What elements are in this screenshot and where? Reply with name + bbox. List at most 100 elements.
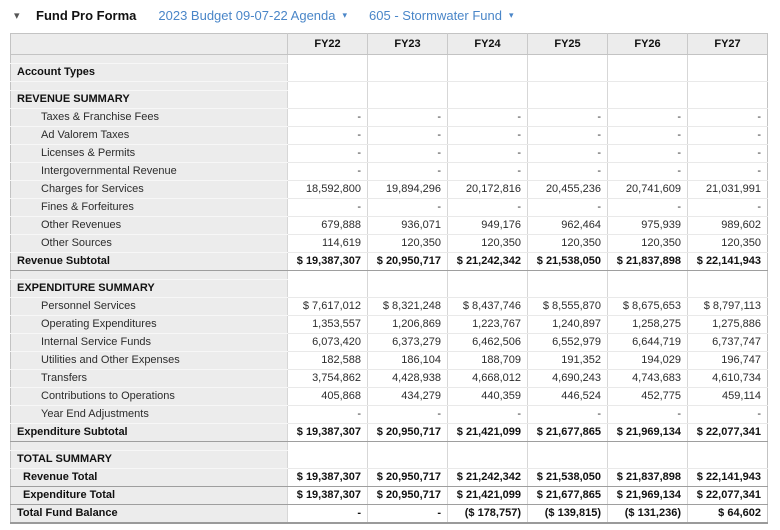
- value-cell: -: [287, 405, 368, 424]
- table-row: Operating Expenditures 1,353,557 1,206,869…: [10, 315, 768, 334]
- value-cell: 120,350: [687, 234, 768, 253]
- value-cell: $ 20,950,717: [367, 486, 448, 505]
- value-cell: -: [527, 108, 608, 127]
- value-cell: -: [447, 162, 528, 181]
- value-cell: 6,737,747: [687, 333, 768, 352]
- value-cell: -: [607, 108, 688, 127]
- value-cell: [527, 81, 608, 91]
- value-cell: 962,464: [527, 216, 608, 235]
- collapse-toggle-icon[interactable]: ▾: [14, 9, 28, 22]
- value-cell: [287, 450, 368, 469]
- value-cell: [687, 81, 768, 91]
- value-cell: 186,104: [367, 351, 448, 370]
- column-header-fy27: FY27: [687, 33, 768, 55]
- table-row: Transfers 3,754,862 4,428,938 4,668,012 4,69…: [10, 369, 768, 388]
- value-cell: 4,610,734: [687, 369, 768, 388]
- budget-dropdown[interactable]: 2023 Budget 09-07-22 Agenda ▾: [158, 8, 347, 23]
- value-cell: [607, 441, 688, 451]
- row-label-cell: Expenditure Total: [10, 486, 288, 505]
- fund-dropdown[interactable]: 605 - Stormwater Fund ▾: [369, 8, 513, 23]
- value-cell: -: [367, 162, 448, 181]
- table-row: Expenditure Total $ 19,387,307 $ 20,950,71…: [10, 486, 768, 505]
- value-cell: -: [527, 405, 608, 424]
- value-cell: -: [527, 126, 608, 145]
- value-cell: -: [287, 504, 368, 524]
- table-body: Account Types REVENUE SUMMARY Taxes & Fran…: [10, 54, 768, 524]
- row-label-cell: Taxes & Franchise Fees: [10, 108, 288, 127]
- table-row: Revenue Total $ 19,387,307 $ 20,950,717 $ 2…: [10, 468, 768, 487]
- table-row: Contributions to Operations 405,868 434,27…: [10, 387, 768, 406]
- budget-dropdown-label[interactable]: 2023 Budget 09-07-22 Agenda: [158, 8, 335, 23]
- row-label-cell: Expenditure Subtotal: [10, 423, 288, 442]
- value-cell: 1,258,275: [607, 315, 688, 334]
- value-cell: $ 64,602: [687, 504, 768, 524]
- fund-dropdown-label[interactable]: 605 - Stormwater Fund: [369, 8, 502, 23]
- table-row: EXPENDITURE SUMMARY: [10, 279, 768, 298]
- value-cell: 120,350: [607, 234, 688, 253]
- value-cell: [687, 90, 768, 109]
- value-cell: [447, 279, 528, 298]
- value-cell: 6,644,719: [607, 333, 688, 352]
- value-cell: 196,747: [687, 351, 768, 370]
- value-cell: -: [367, 198, 448, 217]
- value-cell: [287, 441, 368, 451]
- value-cell: $ 8,675,653: [607, 297, 688, 316]
- value-cell: [287, 54, 368, 64]
- value-cell: 949,176: [447, 216, 528, 235]
- value-cell: [687, 54, 768, 64]
- value-cell: -: [447, 198, 528, 217]
- value-cell: -: [687, 198, 768, 217]
- value-cell: -: [527, 162, 608, 181]
- value-cell: [447, 441, 528, 451]
- value-cell: [687, 450, 768, 469]
- table-row: Charges for Services 18,592,800 19,894,296…: [10, 180, 768, 199]
- value-cell: -: [287, 198, 368, 217]
- value-cell: -: [607, 198, 688, 217]
- value-cell: 6,462,506: [447, 333, 528, 352]
- value-cell: [687, 63, 768, 82]
- row-label-cell: Operating Expenditures: [10, 315, 288, 334]
- table-row: Utilities and Other Expenses 182,588 186,1…: [10, 351, 768, 370]
- value-cell: -: [447, 108, 528, 127]
- row-label-cell: Licenses & Permits: [10, 144, 288, 163]
- value-cell: 4,743,683: [607, 369, 688, 388]
- column-header-fy22: FY22: [287, 33, 368, 55]
- value-cell: 6,073,420: [287, 333, 368, 352]
- value-cell: 120,350: [367, 234, 448, 253]
- table-row: [10, 270, 768, 280]
- chevron-down-icon: ▾: [342, 10, 348, 20]
- value-cell: [367, 441, 448, 451]
- value-cell: [607, 270, 688, 280]
- value-cell: $ 21,837,898: [607, 468, 688, 487]
- table-row: Licenses & Permits - - - - - -: [10, 144, 768, 163]
- value-cell: 194,029: [607, 351, 688, 370]
- value-cell: [607, 54, 688, 64]
- value-cell: $ 21,538,050: [527, 468, 608, 487]
- table-row: Internal Service Funds 6,073,420 6,373,279…: [10, 333, 768, 352]
- row-label-cell: Other Revenues: [10, 216, 288, 235]
- value-cell: -: [367, 126, 448, 145]
- row-label-cell: Utilities and Other Expenses: [10, 351, 288, 370]
- value-cell: -: [527, 144, 608, 163]
- table-row: [10, 441, 768, 451]
- row-label-cell: [10, 54, 288, 64]
- chevron-down-icon: ▾: [508, 10, 514, 20]
- value-cell: [367, 54, 448, 64]
- value-cell: 4,428,938: [367, 369, 448, 388]
- value-cell: [447, 270, 528, 280]
- value-cell: [527, 63, 608, 82]
- value-cell: -: [607, 162, 688, 181]
- value-cell: 434,279: [367, 387, 448, 406]
- value-cell: [367, 450, 448, 469]
- value-cell: 679,888: [287, 216, 368, 235]
- value-cell: [687, 441, 768, 451]
- value-cell: -: [687, 405, 768, 424]
- value-cell: $ 19,387,307: [287, 252, 368, 271]
- value-cell: [367, 81, 448, 91]
- value-cell: $ 21,421,099: [447, 423, 528, 442]
- value-cell: [687, 279, 768, 298]
- row-label-cell: Charges for Services: [10, 180, 288, 199]
- value-cell: [527, 270, 608, 280]
- row-label-cell: Intergovernmental Revenue: [10, 162, 288, 181]
- value-cell: ($ 178,757): [447, 504, 528, 524]
